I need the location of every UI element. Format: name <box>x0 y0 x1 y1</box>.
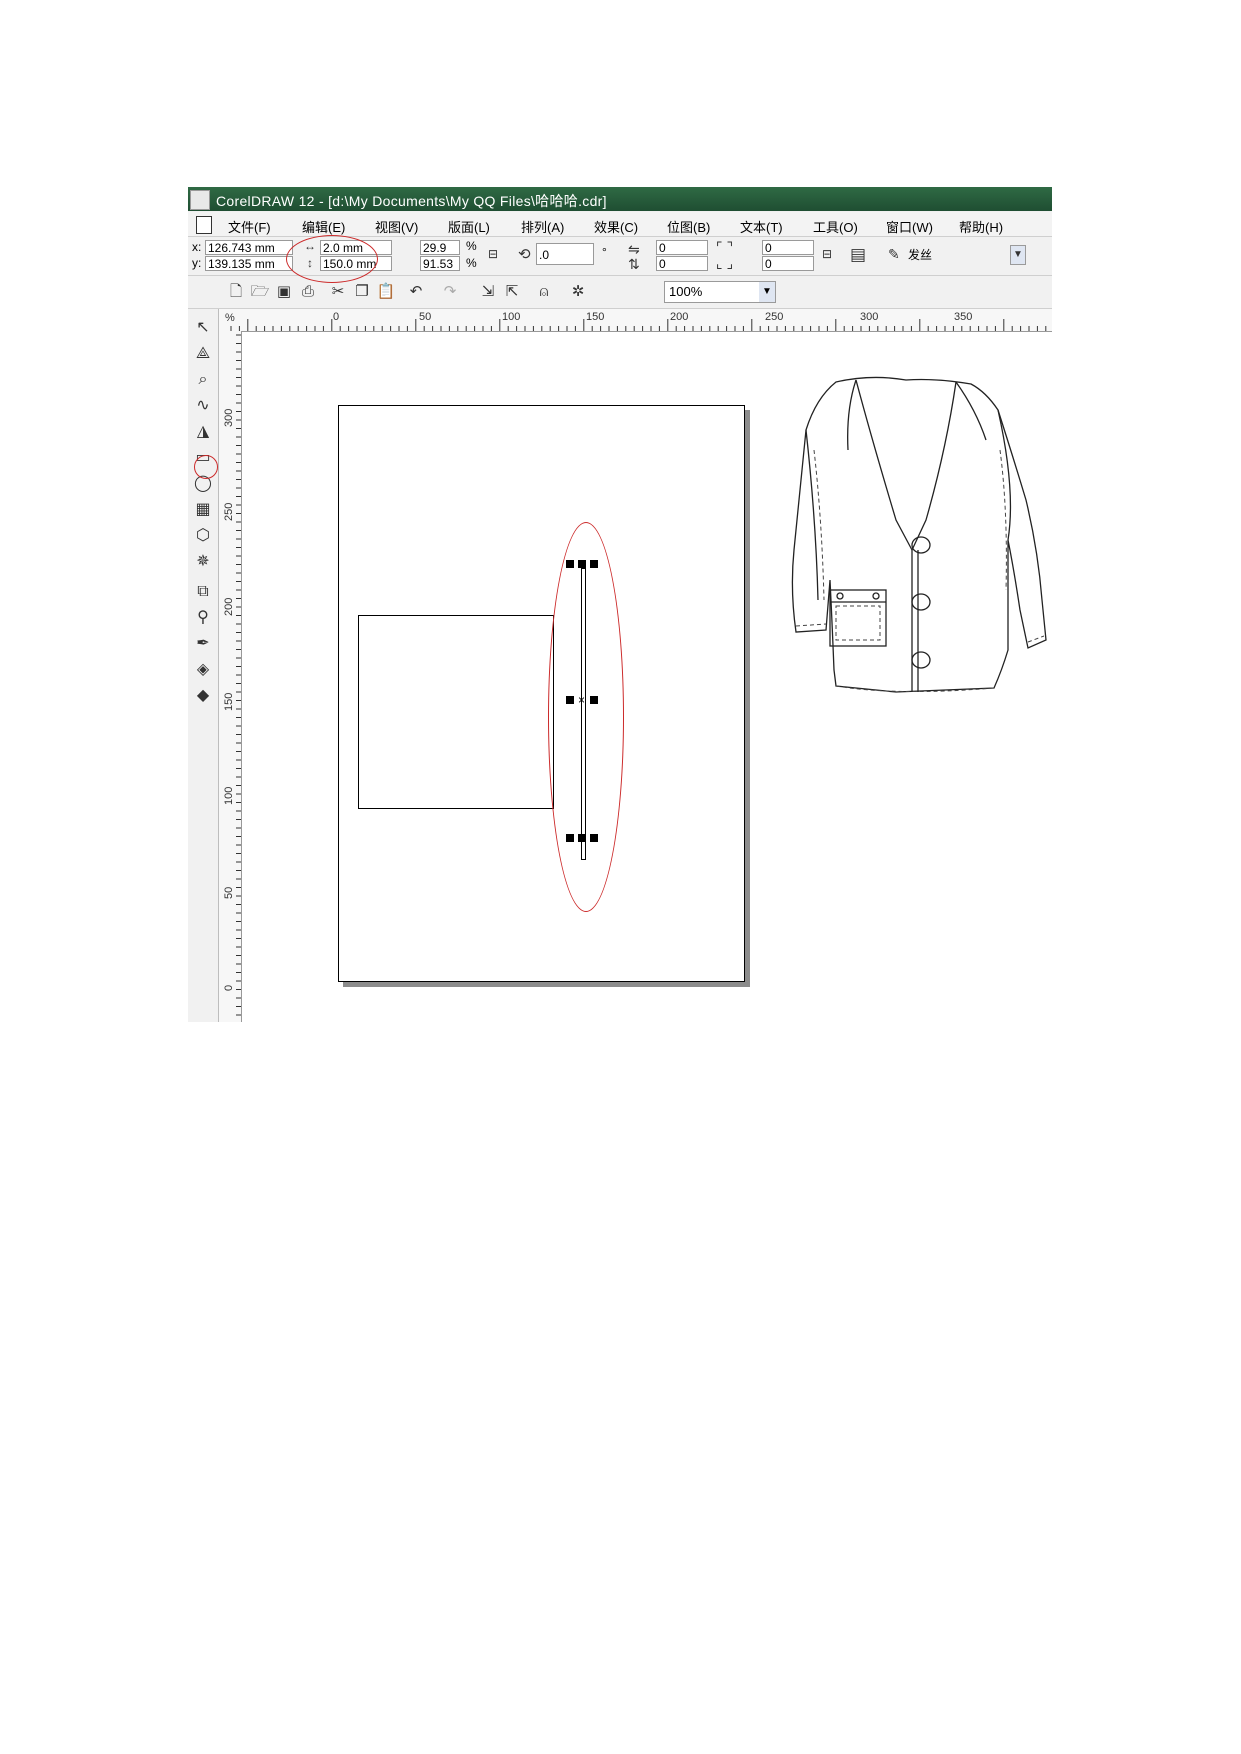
menu-layout[interactable]: 版面(L) <box>448 217 490 236</box>
save-icon[interactable]: ▣ <box>274 282 294 302</box>
x-position-field[interactable]: 126.743 mm <box>205 240 293 255</box>
rectangle-object[interactable] <box>358 615 554 809</box>
print-icon[interactable]: ⎙ <box>298 282 318 302</box>
scale-x-field[interactable]: 29.9 <box>420 240 460 255</box>
window-title: CorelDRAW 12 - [d:\My Documents\My QQ Fi… <box>216 193 607 209</box>
export-icon[interactable]: ⇱ <box>502 282 522 302</box>
shape-tool-icon[interactable]: ⟁ <box>192 343 214 365</box>
h-ruler-ticks <box>230 319 1047 331</box>
percent-x-label: % <box>466 239 477 253</box>
undo-icon[interactable]: ↶ <box>406 282 426 302</box>
freehand-tool-icon[interactable]: ∿ <box>192 395 214 417</box>
wrap-text-icon[interactable]: ▤ <box>850 245 866 265</box>
interactive-fill-tool-icon[interactable]: ◆ <box>192 685 214 707</box>
paste-icon[interactable]: 📋 <box>376 282 396 302</box>
menu-tools[interactable]: 工具(O) <box>813 217 858 236</box>
annotation-circle-rectangle-tool <box>194 455 218 479</box>
interactive-blend-tool-icon[interactable]: ⧉ <box>192 581 214 603</box>
annotation-circle-size-fields <box>286 235 378 283</box>
corel-online-icon[interactable]: ✲ <box>568 282 588 302</box>
corner-roundness-bottom-left[interactable]: 0 <box>656 256 708 271</box>
import-icon[interactable]: ⇲ <box>478 282 498 302</box>
menu-bar: 文件(F) 编辑(E) 视图(V) 版面(L) 排列(A) 效果(C) 位图(B… <box>188 212 1052 237</box>
menu-text[interactable]: 文本(T) <box>740 217 783 236</box>
smart-fill-tool-icon[interactable]: ◮ <box>192 421 214 443</box>
percent-y-label: % <box>466 256 477 270</box>
corner-roundness-bottom-right[interactable]: 0 <box>762 256 814 271</box>
rotation-angle-field[interactable]: .0 <box>536 243 594 265</box>
text-tool-icon[interactable]: ✵ <box>192 551 214 573</box>
scale-y-field[interactable]: 91.53 <box>420 256 460 271</box>
menu-effects[interactable]: 效果(C) <box>594 217 638 236</box>
title-bar: CorelDRAW 12 - [d:\My Documents\My QQ Fi… <box>188 187 1052 211</box>
zoom-tool-icon[interactable]: ⌕ <box>192 369 214 391</box>
mirror-vertical-icon[interactable]: ⇅ <box>628 256 640 273</box>
y-label: y: <box>192 256 202 270</box>
outline-width-dropdown-icon[interactable]: ▼ <box>1010 245 1026 265</box>
toolbox: ↖ ⟁ ⌕ ∿ ◮ ▭ ◯ ▦ ⬡ ✵ ⧉ ⚲ ✒ ◈ ◆ <box>188 309 219 1022</box>
cut-icon[interactable]: ✂ <box>328 282 348 302</box>
menu-arrange[interactable]: 排列(A) <box>521 217 564 236</box>
corner-roundness-top-left[interactable]: 0 <box>656 240 708 255</box>
redo-icon[interactable]: ↷ <box>440 282 460 302</box>
v-ruler-ticks <box>236 334 241 1016</box>
application-launcher-icon[interactable]: ⍝ <box>534 282 554 302</box>
corner-top-icon: ⌜ ⌝ <box>716 239 734 255</box>
menu-edit[interactable]: 编辑(E) <box>302 217 345 236</box>
pick-tool-icon[interactable]: ↖ <box>192 317 214 339</box>
eyedropper-tool-icon[interactable]: ⚲ <box>192 607 214 629</box>
corner-lock-icon[interactable]: ⊟ <box>822 247 832 261</box>
menu-help[interactable]: 帮助(H) <box>959 217 1003 236</box>
menu-bitmaps[interactable]: 位图(B) <box>667 217 710 236</box>
rotate-icon: ⟲ <box>518 246 531 263</box>
menu-window[interactable]: 窗口(W) <box>886 217 933 236</box>
y-position-field[interactable]: 139.135 mm <box>205 256 293 271</box>
graph-paper-tool-icon[interactable]: ▦ <box>192 499 214 521</box>
basic-shapes-tool-icon[interactable]: ⬡ <box>192 525 214 547</box>
annotation-ellipse <box>548 522 624 912</box>
x-label: x: <box>192 240 202 254</box>
outline-pen-icon: ✎ <box>888 246 900 262</box>
jacket-sketch <box>791 376 1047 693</box>
open-document-icon[interactable]: 🗁 <box>250 282 270 302</box>
menu-file[interactable]: 文件(F) <box>228 217 271 236</box>
menu-view[interactable]: 视图(V) <box>375 217 418 236</box>
new-document-icon[interactable]: 🗋 <box>226 282 246 302</box>
corner-roundness-top-right[interactable]: 0 <box>762 240 814 255</box>
document-icon[interactable] <box>196 216 212 234</box>
zoom-level-select[interactable]: 100% ▼ <box>664 281 776 303</box>
outline-tool-icon[interactable]: ✒ <box>192 633 214 655</box>
fill-tool-icon[interactable]: ◈ <box>192 659 214 681</box>
horizontal-ruler[interactable]: % 0 50 100 150 200 250 300 350 <box>219 309 1052 332</box>
corner-bottom-icon: ⌞ ⌟ <box>716 255 734 271</box>
drawing-canvas[interactable]: × <box>242 332 1052 1022</box>
vertical-ruler[interactable]: 300 250 200 150 100 50 0 <box>219 331 242 1022</box>
degree-label: ° <box>602 245 607 259</box>
zoom-dropdown-icon[interactable]: ▼ <box>759 282 775 302</box>
outline-width-select[interactable]: 发丝 <box>906 244 1002 266</box>
lock-ratio-icon[interactable]: ⊟ <box>488 247 498 261</box>
zoom-level-value: 100% <box>669 284 703 299</box>
app-icon[interactable] <box>190 190 210 210</box>
copy-icon[interactable]: ❐ <box>352 282 372 302</box>
coreldraw-window: CorelDRAW 12 - [d:\My Documents\My QQ Fi… <box>188 187 1052 1022</box>
